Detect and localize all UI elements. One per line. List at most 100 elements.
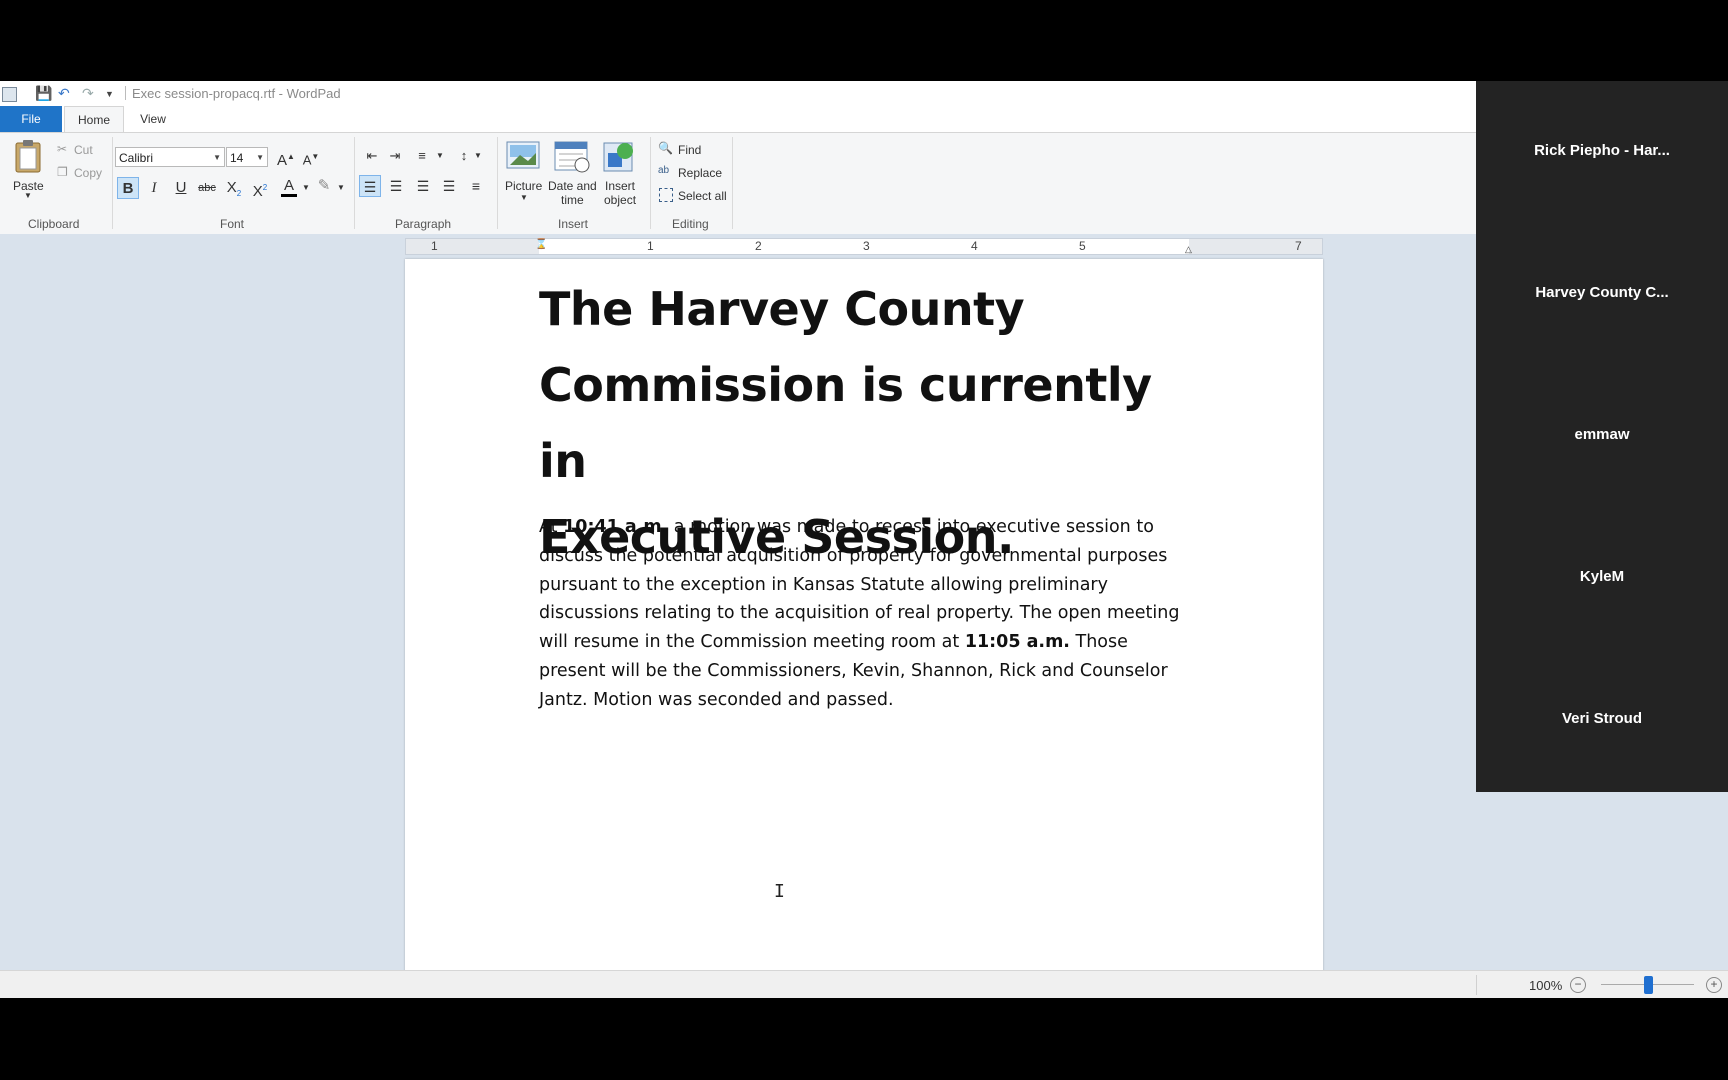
date-time-icon[interactable]	[554, 139, 590, 178]
paste-dropdown-icon[interactable]: ▼	[24, 191, 32, 200]
font-size-select[interactable]: 14 ▼	[226, 147, 268, 167]
ribbon-home: Paste ▼ ✂ Cut ❐ Copy Clipboard Calibri ▼…	[0, 132, 1476, 235]
insert-object-icon[interactable]	[602, 139, 636, 178]
tab-home[interactable]: Home	[64, 106, 124, 133]
replace-icon: ab	[658, 165, 670, 176]
group-separator	[497, 137, 498, 229]
bullets-dropdown-icon[interactable]: ▼	[436, 151, 444, 160]
strikethrough-button[interactable]: abc	[196, 177, 218, 199]
cut-button[interactable]: Cut	[74, 143, 93, 157]
find-button[interactable]: Find	[678, 143, 701, 157]
justify-icon[interactable]: ☰	[438, 175, 460, 197]
ribbon-tabs: File Home View	[0, 106, 1476, 133]
participant-name: Veri Stroud	[1561, 710, 1643, 727]
align-right-icon[interactable]: ☰	[412, 175, 434, 197]
text-cursor-icon: I	[774, 881, 785, 902]
replace-button[interactable]: Replace	[678, 166, 722, 180]
participant-name: Rick Piepho - Har...	[1534, 142, 1670, 159]
window-title: Exec session-propacq.rtf - WordPad	[132, 86, 341, 101]
indent-marker-icon[interactable]: ⌛	[535, 237, 547, 252]
picture-dropdown-icon[interactable]: ▼	[520, 193, 528, 202]
redo-icon[interactable]: ↷	[82, 85, 94, 102]
cut-icon: ✂	[57, 142, 68, 156]
select-all-button[interactable]: Select all	[678, 189, 727, 203]
italic-button[interactable]: I	[143, 177, 165, 199]
insert-object-label-1[interactable]: Insert	[605, 179, 635, 193]
insert-object-label-2[interactable]: object	[604, 193, 636, 207]
bottom-black-bar	[0, 998, 1728, 1080]
ruler-number: 1	[647, 239, 654, 253]
font-size-value: 14	[230, 151, 244, 165]
participant-name: Harvey County C...	[1535, 284, 1669, 301]
copy-icon: ❐	[57, 165, 68, 179]
horizontal-ruler[interactable]: 1 1 2 3 4 5 7 ⌛ △	[405, 238, 1323, 255]
start-time: 10:41 a.m.	[563, 517, 669, 537]
subscript-button[interactable]: X2	[223, 177, 245, 199]
picture-button[interactable]: Picture	[505, 179, 542, 193]
bold-button[interactable]: B	[117, 177, 139, 199]
find-icon: 🔍	[658, 141, 673, 155]
text-color-dropdown-icon[interactable]: ▼	[302, 183, 310, 192]
highlight-icon[interactable]: ✎	[313, 175, 335, 197]
paste-icon	[15, 140, 41, 173]
line-spacing-icon[interactable]: ↕	[453, 145, 475, 167]
font-family-value: Calibri	[119, 151, 154, 165]
shrink-font-icon[interactable]: A▼	[300, 146, 322, 168]
wordpad-app-icon[interactable]	[2, 87, 17, 102]
editing-group-label: Editing	[672, 217, 709, 231]
group-separator	[732, 137, 733, 229]
date-time-label-1[interactable]: Date and	[548, 179, 597, 193]
decrease-indent-icon[interactable]: ⇤	[361, 145, 383, 167]
document-page[interactable]: The Harvey County Commission is currentl…	[405, 259, 1323, 970]
group-separator	[112, 137, 113, 229]
grow-font-icon[interactable]: A▲	[275, 146, 297, 169]
customize-qat-icon[interactable]: ▼	[105, 89, 114, 99]
superscript-button[interactable]: X2	[249, 177, 271, 200]
group-separator	[650, 137, 651, 229]
text-color-icon[interactable]: A	[278, 175, 300, 197]
line-spacing-dropdown-icon[interactable]: ▼	[474, 151, 482, 160]
paragraph-settings-icon[interactable]: ≡	[465, 175, 487, 197]
highlight-dropdown-icon[interactable]: ▼	[337, 183, 345, 192]
undo-icon[interactable]: ↶	[58, 85, 70, 102]
participant-name: emmaw	[1574, 426, 1630, 443]
align-center-icon[interactable]: ☰	[385, 175, 407, 197]
wordpad-window: 💾 ↶ ↷ ▼ Exec session-propacq.rtf - WordP…	[0, 81, 1728, 999]
select-all-icon	[659, 188, 673, 202]
zoom-out-icon[interactable]: −	[1570, 977, 1586, 993]
participant-tile[interactable]: Veri Stroud	[1476, 649, 1728, 791]
document-body-paragraph[interactable]: At 10:41 a.m. a motion was made to reces…	[539, 513, 1189, 715]
save-icon[interactable]: 💾	[35, 85, 52, 102]
font-group-label: Font	[220, 217, 245, 231]
tab-view[interactable]: View	[132, 106, 174, 132]
right-indent-marker-icon[interactable]: △	[1185, 242, 1192, 257]
resume-time: 11:05 a.m.	[964, 632, 1070, 653]
participant-tile[interactable]: KyleM	[1476, 507, 1728, 649]
heading-line: The Harvey County	[539, 282, 1025, 336]
align-left-icon[interactable]: ☰	[359, 175, 381, 197]
top-black-bar	[0, 0, 1728, 81]
tab-file[interactable]: File	[0, 106, 62, 132]
zoom-level: 100%	[1529, 978, 1563, 993]
copy-button[interactable]: Copy	[74, 166, 102, 180]
clipboard-group-label: Clipboard	[28, 217, 80, 231]
increase-indent-icon[interactable]: ⇥	[384, 145, 406, 167]
document-workspace: 1 1 2 3 4 5 7 ⌛ △ The Harvey County Comm…	[0, 234, 1728, 970]
chevron-down-icon: ▼	[256, 153, 264, 162]
ruler-left-margin	[406, 239, 539, 254]
zoom-in-icon[interactable]: +	[1706, 977, 1722, 993]
date-time-label-2[interactable]: time	[561, 193, 584, 207]
underline-button[interactable]: U	[170, 177, 192, 199]
zoom-slider-thumb[interactable]	[1643, 976, 1653, 994]
participant-tile[interactable]: Rick Piepho - Har...	[1476, 81, 1728, 223]
picture-icon[interactable]	[506, 141, 540, 174]
participant-tile[interactable]: Harvey County C...	[1476, 223, 1728, 365]
bullets-icon[interactable]: ≡	[411, 145, 433, 167]
paste-button[interactable]	[13, 139, 43, 173]
participant-tile[interactable]: emmaw	[1476, 365, 1728, 507]
ruler-number: 4	[971, 239, 978, 253]
font-family-select[interactable]: Calibri ▼	[115, 147, 225, 167]
heading-line: Commission is currently in	[539, 358, 1152, 488]
status-separator	[1476, 975, 1477, 995]
body-text: At	[539, 517, 564, 537]
